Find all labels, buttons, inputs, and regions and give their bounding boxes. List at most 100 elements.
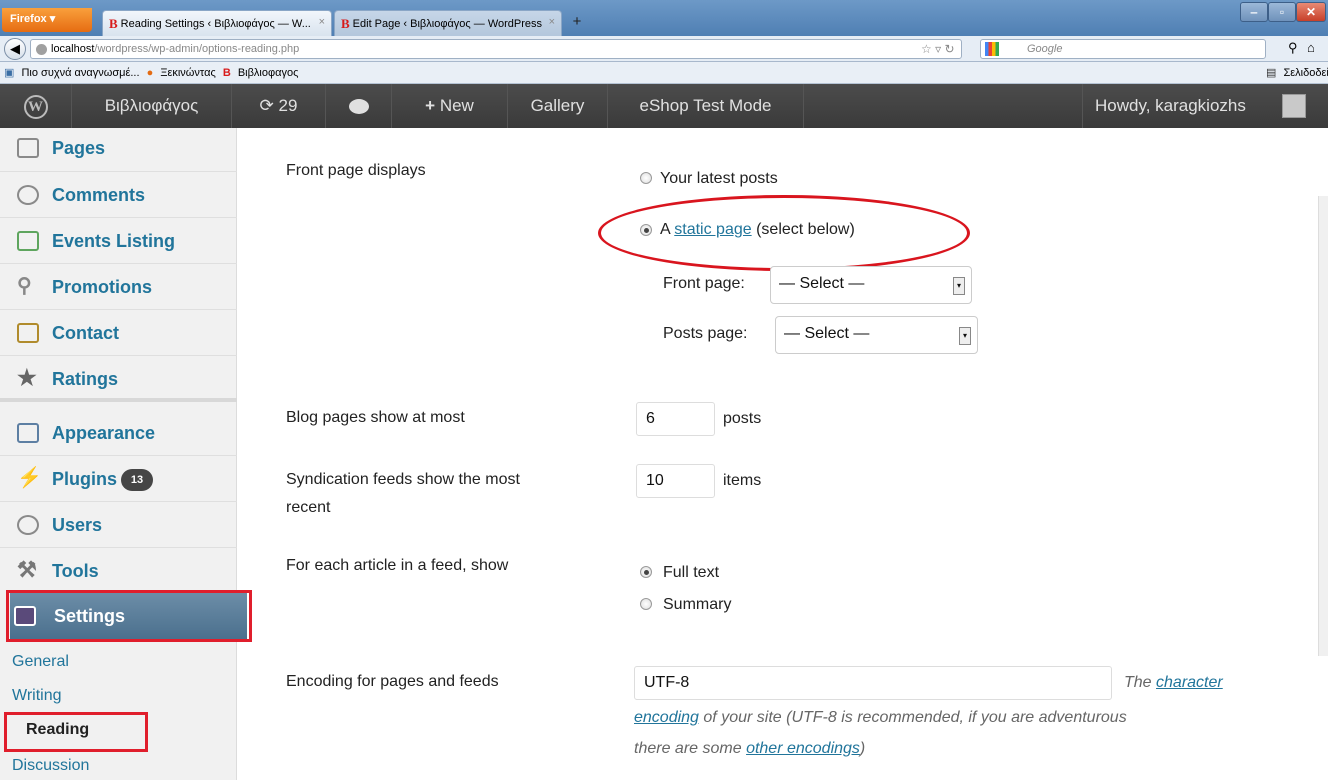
syndication-label-2: recent xyxy=(286,499,331,516)
summary-radio[interactable] xyxy=(640,598,652,610)
pin-icon: ⚲ xyxy=(17,275,32,297)
avatar[interactable] xyxy=(1282,94,1306,118)
bookmarks-folder-icon: ▤ xyxy=(1266,67,1277,79)
summary-label: Summary xyxy=(663,596,732,613)
search-bar[interactable]: Google xyxy=(980,39,1266,59)
tab-reading-settings[interactable]: B Reading Settings ‹ Βιβλιοφάγος — W... × xyxy=(102,10,332,36)
bookmarks-menu[interactable]: ▤ Σελιδοδείκτ xyxy=(1266,66,1328,79)
tab-close-icon[interactable]: × xyxy=(549,16,555,28)
sidebar-item-plugins[interactable]: ⚡ Plugins 13 xyxy=(0,456,237,502)
minimize-button[interactable]: ‒ xyxy=(1240,2,1268,22)
front-page-displays-label: Front page displays xyxy=(286,162,426,179)
home-icon[interactable]: ⌂ xyxy=(1307,40,1315,55)
comments-button[interactable] xyxy=(326,84,392,128)
dropdown-arrow-icon: ▾ xyxy=(953,277,965,295)
eshop-test-mode-link[interactable]: eShop Test Mode xyxy=(608,84,804,128)
new-tab-button[interactable]: + xyxy=(566,12,588,34)
plus-icon: + xyxy=(425,96,436,115)
other-encodings-link[interactable]: other encodings xyxy=(746,740,860,757)
annotation-ellipse xyxy=(598,195,970,271)
latest-posts-label: Your latest posts xyxy=(660,170,778,187)
reading-highlight-box xyxy=(4,712,148,752)
sidebar-item-comments[interactable]: Comments xyxy=(0,172,237,218)
feed-items-input[interactable]: 10 xyxy=(636,464,715,498)
speech-bubble-icon xyxy=(348,99,369,115)
bookmarks-bar: ▣ Πιο συχνά αναγνωσμέ... ● Ξεκινώντας B … xyxy=(0,62,1328,84)
gallery-link[interactable]: Gallery xyxy=(508,84,608,128)
maximize-button[interactable]: ▫ xyxy=(1268,2,1296,22)
scrollbar[interactable] xyxy=(1318,196,1328,656)
updates-button[interactable]: ⟳ 29 xyxy=(232,84,326,128)
sidebar-item-events-listing[interactable]: Events Listing xyxy=(0,218,237,264)
full-text-label: Full text xyxy=(663,564,720,581)
site-name-link[interactable]: Βιβλιοφάγος xyxy=(72,84,232,128)
navigation-bar: ◀ localhost/wordpress/wp-admin/options-r… xyxy=(0,36,1328,62)
plugins-update-badge: 13 xyxy=(121,469,154,491)
submenu-discussion[interactable]: Discussion xyxy=(12,757,89,775)
firefox-menu-button[interactable]: Firefox ▾ xyxy=(2,8,92,32)
sidebar-item-tools[interactable]: ⚒ Tools xyxy=(0,548,237,594)
encoding-label: Encoding for pages and feeds xyxy=(286,673,499,690)
tools-icon: ⚒ xyxy=(17,557,37,582)
bookmark-blog[interactable]: Βιβλιοφαγος xyxy=(238,67,299,79)
latest-posts-radio[interactable] xyxy=(640,172,652,184)
users-icon xyxy=(17,515,39,535)
back-icon[interactable]: ◀ xyxy=(4,38,26,60)
url-bar[interactable]: localhost/wordpress/wp-admin/options-rea… xyxy=(30,39,962,59)
syndication-label-1: Syndication feeds show the most xyxy=(286,471,520,488)
sidebar-item-promotions[interactable]: ⚲ Promotions xyxy=(0,264,237,310)
search-icon[interactable]: ⚲ xyxy=(1288,40,1298,56)
blog-favicon-icon: B xyxy=(222,67,231,79)
blog-favicon-icon: B xyxy=(341,16,350,31)
browser-titlebar: Firefox ▾ B Reading Settings ‹ Βιβλιοφάγο… xyxy=(0,0,1328,36)
firefox-icon: ● xyxy=(146,67,154,79)
wordpress-logo-button[interactable]: W xyxy=(0,84,72,128)
encoding-input[interactable]: UTF-8 xyxy=(634,666,1112,700)
bookmark-icon: ▣ xyxy=(4,67,15,79)
encoding-help-line-2: encoding of your site (UTF-8 is recommen… xyxy=(634,709,1127,726)
calendar-icon xyxy=(17,231,39,251)
front-page-select-label: Front page: xyxy=(663,275,745,292)
sidebar-item-appearance[interactable]: Appearance xyxy=(0,410,237,456)
feed-article-label: For each article in a feed, show xyxy=(286,557,509,574)
google-icon xyxy=(985,42,999,56)
sidebar-item-contact[interactable]: Contact xyxy=(0,310,237,356)
ratings-star-icon: ★ xyxy=(17,365,37,390)
tab-edit-page[interactable]: B Edit Page ‹ Βιβλιοφάγος — WordPress × xyxy=(334,10,562,36)
blog-pages-label: Blog pages show at most xyxy=(286,409,465,426)
posts-unit: posts xyxy=(723,410,762,427)
bookmark-most-visited[interactable]: Πιο συχνά αναγνωσμέ... xyxy=(21,67,139,79)
appearance-icon xyxy=(17,423,39,443)
blog-favicon-icon: B xyxy=(109,16,118,31)
contact-form-icon xyxy=(17,323,39,343)
full-text-radio[interactable] xyxy=(640,566,652,578)
refresh-icon: ⟳ xyxy=(259,96,274,115)
submenu-general[interactable]: General xyxy=(12,653,69,671)
items-unit: items xyxy=(723,472,762,489)
encoding-help-line-3: there are some other encodings) xyxy=(634,740,866,757)
submenu-writing[interactable]: Writing xyxy=(12,687,62,705)
character-encoding-link[interactable]: character xyxy=(1156,674,1223,691)
new-content-button[interactable]: + New xyxy=(392,84,508,128)
bookmark-getting-started[interactable]: Ξεκινώντας xyxy=(160,67,215,79)
sidebar-item-users[interactable]: Users xyxy=(0,502,237,548)
encoding-help-line-1: The character xyxy=(1124,674,1223,691)
pages-icon xyxy=(17,138,39,158)
plugin-icon: ⚡ xyxy=(17,467,42,489)
posts-page-select[interactable]: — Select — ▾ xyxy=(775,316,978,354)
howdy-user-link[interactable]: Howdy, karagkiozhs xyxy=(1082,84,1278,128)
character-encoding-link-cont[interactable]: encoding xyxy=(634,709,699,726)
dropdown-arrow-icon: ▾ xyxy=(959,327,971,345)
settings-highlight-box xyxy=(6,590,252,642)
front-page-select[interactable]: — Select — ▾ xyxy=(770,266,972,304)
comments-icon xyxy=(17,185,39,205)
posts-page-select-label: Posts page: xyxy=(663,325,748,342)
posts-per-page-input[interactable]: 6 xyxy=(636,402,715,436)
tab-close-icon[interactable]: × xyxy=(319,16,325,28)
star-icon[interactable]: ☆ ▿ ↻ xyxy=(921,42,955,56)
sidebar-item-pages[interactable]: Pages xyxy=(0,128,237,172)
close-window-button[interactable]: ✕ xyxy=(1296,2,1326,22)
globe-icon xyxy=(36,44,47,55)
wordpress-icon: W xyxy=(23,94,48,119)
sidebar-item-ratings[interactable]: ★ Ratings xyxy=(0,356,237,402)
